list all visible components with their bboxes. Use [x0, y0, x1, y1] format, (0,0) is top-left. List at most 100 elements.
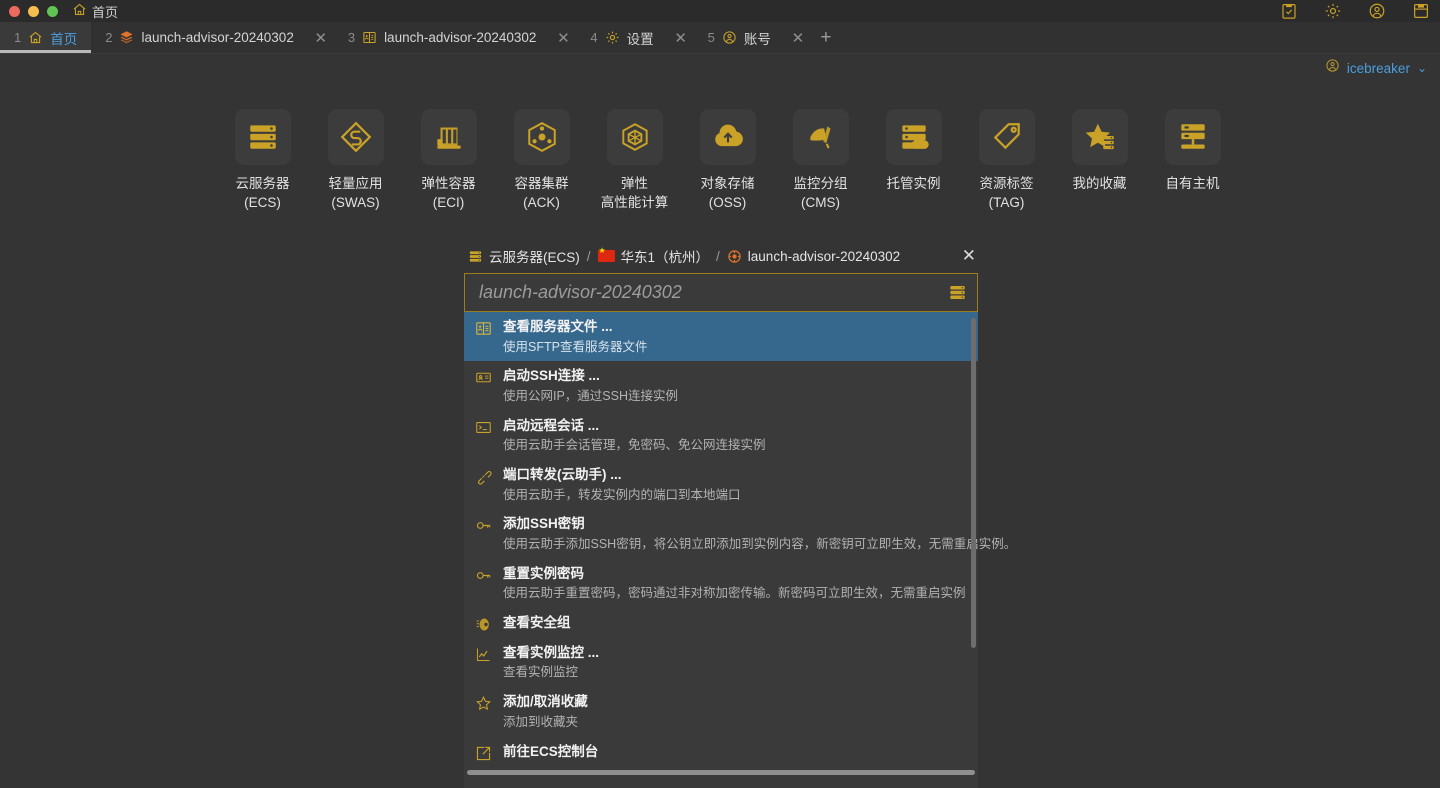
list-item-text: 查看实例监控 ... 查看实例监控: [503, 643, 968, 682]
product-tile[interactable]: [513, 109, 570, 165]
close-window-button[interactable]: [9, 5, 20, 17]
window-save-icon[interactable]: [1412, 2, 1430, 20]
gear-icon[interactable]: [1324, 2, 1342, 20]
tab-launch-advisor-1[interactable]: 2 launch-advisor-20240302: [91, 22, 308, 53]
tab-account[interactable]: 5 账号: [694, 22, 785, 53]
tab-close-button[interactable]: ✕: [550, 22, 576, 53]
titlebar-actions: [1280, 0, 1430, 22]
product-ack[interactable]: 容器集群 (ACK): [495, 109, 588, 212]
product-label: 弹性 高性能计算: [600, 176, 669, 211]
breadcrumb: 云服务器(ECS) / 华东1（杭州） / launch-advisor-202…: [464, 243, 978, 269]
tab-bar[interactable]: 1 首页 2 launch-advisor-20240302 ✕ 3 launc…: [0, 22, 1440, 54]
tab-close-button[interactable]: ✕: [668, 22, 694, 53]
tab-close-button[interactable]: ✕: [308, 22, 334, 53]
product-hpc[interactable]: 弹性 高性能计算: [588, 109, 681, 212]
search-field-wrapper[interactable]: [464, 273, 978, 312]
list-item-text: 启动远程会话 ... 使用云助手会话管理，免密码、免公网连接实例: [503, 416, 968, 455]
title-bar: 首页: [0, 0, 1440, 22]
list-item-text: 查看安全组: [503, 613, 968, 633]
list-item-title: 端口转发(云助手) ...: [503, 466, 622, 482]
product-label: 监控分组 (CMS): [793, 176, 848, 211]
breadcrumb-product[interactable]: 云服务器(ECS): [468, 246, 580, 266]
search-input[interactable]: [479, 282, 948, 303]
list-item-desc: 使用云助手重置密码，密码通过非对称加密传输。新密码可立即生效，无需重启实例: [503, 586, 966, 601]
close-icon[interactable]: ✕: [962, 243, 976, 269]
list-item[interactable]: 查看安全组: [464, 608, 978, 638]
product-tile[interactable]: [699, 109, 756, 165]
list-item[interactable]: 重置实例密码 使用云助手重置密码，密码通过非对称加密传输。新密码可立即生效，无需…: [464, 559, 978, 608]
star-server-icon: [1083, 120, 1117, 154]
product-cms[interactable]: 监控分组 (CMS): [774, 109, 867, 212]
maximize-window-button[interactable]: [47, 5, 58, 17]
list-item[interactable]: 启动SSH连接 ... 使用公网IP，通过SSH连接实例: [464, 361, 978, 410]
breadcrumb-instance[interactable]: launch-advisor-20240302: [727, 249, 900, 264]
product-tile[interactable]: [327, 109, 384, 165]
breadcrumb-region[interactable]: 华东1（杭州）: [597, 246, 709, 266]
user-circle-icon[interactable]: [1368, 2, 1386, 20]
list-item-title: 启动SSH连接 ...: [503, 368, 600, 384]
list-item[interactable]: 添加/取消收藏 添加到收藏夹: [464, 687, 978, 736]
server-icon: [468, 249, 483, 264]
product-label: 云服务器 (ECS): [235, 176, 290, 211]
home-icon: [28, 30, 43, 45]
user-name[interactable]: icebreaker: [1347, 61, 1410, 76]
product-favorites[interactable]: 我的收藏: [1053, 109, 1146, 212]
list-item-desc: 查看实例监控: [503, 665, 579, 680]
tab-home[interactable]: 1 首页: [0, 22, 92, 53]
product-tag[interactable]: 资源标签 (TAG): [960, 109, 1053, 212]
product-ecs[interactable]: 云服务器 (ECS): [216, 109, 309, 212]
product-eci[interactable]: 弹性容器 (ECI): [402, 109, 495, 212]
tab-index: 5: [707, 30, 715, 45]
list-item-title: 查看安全组: [503, 615, 571, 631]
tab-index: 3: [347, 30, 356, 45]
action-list[interactable]: 查看服务器文件 ... 使用SFTP查看服务器文件 启动SSH连接 ... 使用…: [464, 312, 1017, 767]
tab-label: 设置: [626, 31, 654, 47]
layers-icon: [119, 30, 134, 45]
oss-cloud-icon: [711, 120, 745, 154]
list-item-text: 端口转发(云助手) ... 使用云助手，转发实例内的端口到本地端口: [503, 465, 968, 504]
product-managed-instance[interactable]: 托管实例: [867, 109, 960, 212]
product-oss[interactable]: 对象存储 (OSS): [681, 109, 774, 212]
list-item-title: 查看实例监控 ...: [503, 644, 600, 660]
product-tile[interactable]: [885, 109, 942, 165]
list-item[interactable]: 前往ECS控制台: [464, 737, 978, 767]
minimize-window-button[interactable]: [28, 5, 39, 17]
star-outline-icon: [473, 692, 493, 712]
product-tile[interactable]: [1164, 109, 1221, 165]
product-label: 容器集群 (ACK): [514, 176, 569, 211]
tab-launch-advisor-2[interactable]: 3 launch-advisor-20240302: [334, 22, 551, 53]
horizontal-scrollbar[interactable]: [464, 766, 978, 778]
product-tile[interactable]: [1071, 109, 1128, 165]
product-tile[interactable]: [420, 109, 477, 165]
tab-close-button[interactable]: ✕: [785, 22, 811, 53]
server-icon[interactable]: [948, 283, 967, 302]
list-item[interactable]: 查看实例监控 ... 查看实例监控: [464, 638, 978, 687]
horizontal-scrollbar-thumb[interactable]: [467, 769, 975, 775]
product-tile[interactable]: [606, 109, 663, 165]
product-own-host[interactable]: 自有主机: [1146, 109, 1239, 212]
list-item-text: 前往ECS控制台: [503, 742, 968, 762]
tab-settings[interactable]: 4 设置: [576, 22, 667, 53]
list-item-desc: 使用SFTP查看服务器文件: [503, 339, 648, 354]
product-swas[interactable]: 轻量应用 (SWAS): [309, 109, 402, 212]
clipboard-check-icon[interactable]: [1280, 2, 1298, 20]
product-tile[interactable]: [234, 109, 291, 165]
list-item[interactable]: 查看服务器文件 ... 使用SFTP查看服务器文件: [464, 312, 978, 362]
port-forward-icon: [473, 465, 493, 485]
chart-line-icon: [473, 643, 493, 663]
list-item[interactable]: 启动远程会话 ... 使用云助手会话管理，免密码、免公网连接实例: [464, 411, 978, 460]
new-tab-button[interactable]: +: [811, 22, 841, 53]
breadcrumb-separator: /: [586, 248, 591, 264]
chevron-down-icon[interactable]: ⌄: [1417, 61, 1427, 75]
list-item-desc: 使用云助手添加SSH密钥，将公钥立即添加到实例内容，新密钥可立即生效，无需重启实…: [503, 536, 1017, 551]
product-tile[interactable]: [792, 109, 849, 165]
list-item-title: 重置实例密码: [503, 565, 584, 581]
managed-host-icon: [897, 120, 931, 154]
product-tile[interactable]: [978, 109, 1035, 165]
window-controls[interactable]: [0, 5, 58, 17]
breadcrumb-instance-label: launch-advisor-20240302: [747, 248, 901, 264]
list-item[interactable]: 添加SSH密钥 使用云助手添加SSH密钥，将公钥立即添加到实例内容，新密钥可立即…: [464, 509, 1017, 558]
list-item[interactable]: 端口转发(云助手) ... 使用云助手，转发实例内的端口到本地端口: [464, 460, 978, 509]
vertical-scrollbar[interactable]: [971, 318, 976, 648]
product-label: 对象存储 (OSS): [700, 176, 755, 211]
